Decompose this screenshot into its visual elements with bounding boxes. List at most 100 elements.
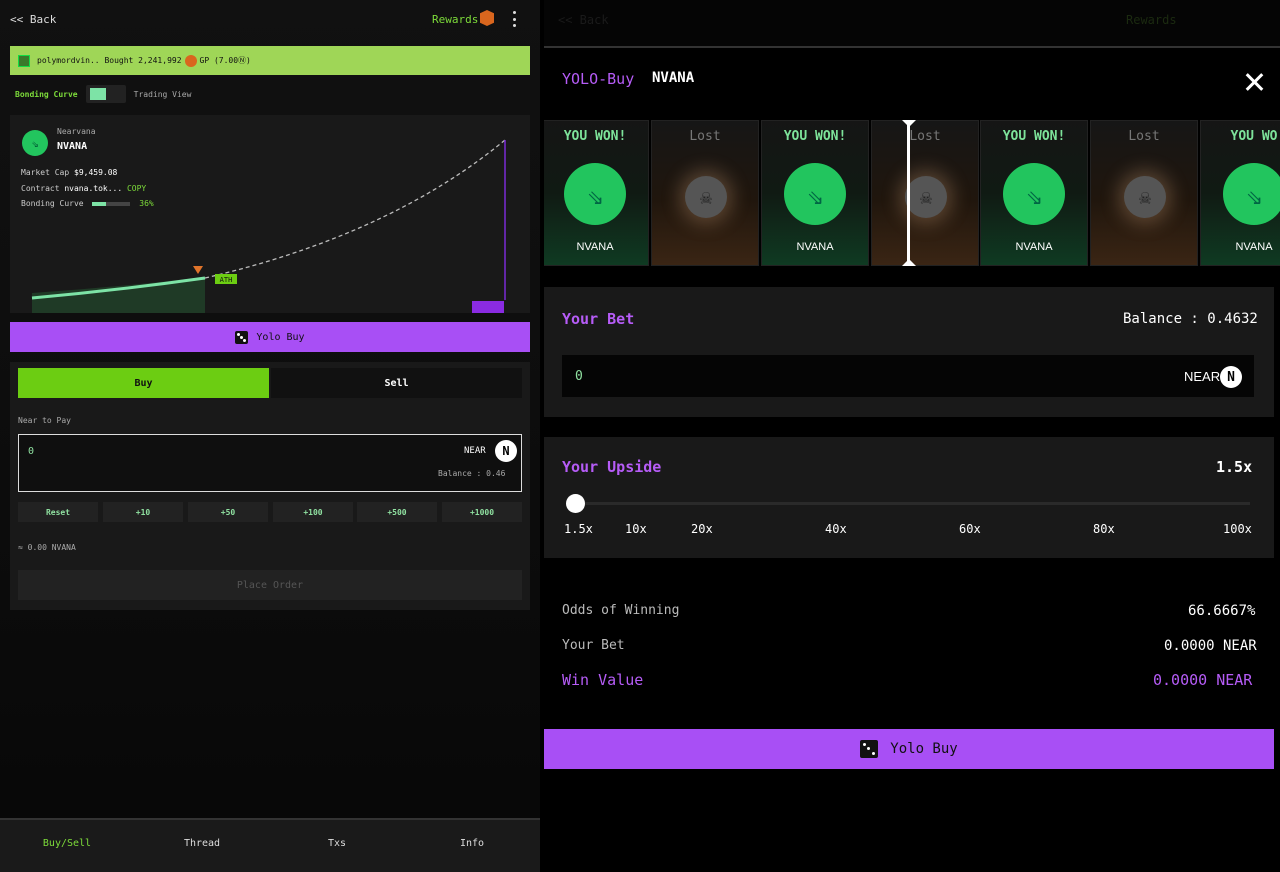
near-to-pay-label: Near to Pay xyxy=(18,416,71,425)
upside-slider-handle[interactable] xyxy=(566,494,585,513)
tick-60x[interactable]: 60x xyxy=(959,522,981,536)
odds-value: 66.6667% xyxy=(1188,603,1256,619)
reset-button[interactable]: Reset xyxy=(18,502,98,522)
back-link[interactable]: << Back xyxy=(10,13,56,26)
reel-result: YOU WON! xyxy=(1002,129,1066,144)
near-amount-value[interactable]: 0 xyxy=(28,446,34,457)
skull-bomb-icon: ☠ xyxy=(905,176,947,218)
dimmed-rewards-link: Rewards xyxy=(1126,13,1177,27)
add-10-button[interactable]: +10 xyxy=(103,502,183,522)
yolo-buy-open-button[interactable]: Yolo Buy xyxy=(10,322,530,352)
bet-currency-label: NEAR xyxy=(1184,369,1221,384)
tick-100x[interactable]: 100x xyxy=(1223,522,1252,536)
place-order-button[interactable]: Place Order xyxy=(18,570,522,600)
reel-label: NVANA xyxy=(796,241,834,253)
balance-text: Balance : 0.46 xyxy=(438,469,506,478)
user-avatar-icon xyxy=(18,54,30,67)
modal-token: NVANA xyxy=(652,70,695,86)
ticker-close: ) xyxy=(246,56,251,65)
your-bet-title: Your Bet xyxy=(562,310,635,328)
tick-40x[interactable]: 40x xyxy=(825,522,847,536)
yolo-buy-submit-label: Yolo Buy xyxy=(890,741,958,757)
add-50-button[interactable]: +50 xyxy=(188,502,268,522)
bonding-curve-label[interactable]: Bonding Curve xyxy=(15,90,78,99)
rewards-link[interactable]: Rewards xyxy=(432,13,478,26)
reel-result: YOU WO xyxy=(1230,129,1278,144)
reel-result: YOU WON! xyxy=(563,129,627,144)
token-coin-icon xyxy=(184,54,197,67)
near-amount-input[interactable] xyxy=(18,434,522,492)
dice-icon xyxy=(860,740,879,758)
curve-projection-line xyxy=(204,139,506,279)
target-marker xyxy=(472,301,504,313)
ticker-user: polymordvin.. xyxy=(37,56,100,65)
upside-slider-track[interactable] xyxy=(566,502,1250,505)
reel-card: YOU WON! ⇘ NVANA xyxy=(761,120,869,266)
current-position-marker xyxy=(193,266,203,274)
upside-value: 1.5x xyxy=(1216,458,1253,476)
near-currency-label: NEAR xyxy=(464,446,486,456)
near-small-icon: Ⓝ xyxy=(238,56,247,65)
reel-card: YOU WON! ⇘ NVANA xyxy=(544,120,649,266)
tick-80x[interactable]: 80x xyxy=(1093,522,1115,536)
yolo-buy-label: Yolo Buy xyxy=(256,331,305,343)
trading-view-label[interactable]: Trading View xyxy=(134,90,192,99)
win-value-label: Win Value xyxy=(562,671,644,689)
dice-icon xyxy=(235,330,249,344)
ath-badge: ATH xyxy=(220,276,233,284)
your-bet-value: 0.0000 NEAR xyxy=(1164,638,1257,654)
reel-pointer-top xyxy=(902,120,916,127)
ticker-unit: GP (7.00 xyxy=(199,56,239,65)
reel-result: Lost xyxy=(689,129,721,144)
reel-card: YOU WON! ⇘ NVANA xyxy=(980,120,1088,266)
add-100-button[interactable]: +100 xyxy=(273,502,353,522)
nav-buy-sell[interactable]: Buy/Sell xyxy=(22,838,112,849)
add-1000-button[interactable]: +1000 xyxy=(442,502,522,522)
skull-bomb-icon: ☠ xyxy=(1124,176,1166,218)
bet-amount-input[interactable] xyxy=(562,355,1254,397)
estimated-tokens: ≈ 0.00 NVANA xyxy=(18,543,76,552)
add-500-button[interactable]: +500 xyxy=(357,502,437,522)
skull-bomb-icon: ☠ xyxy=(685,176,727,218)
reel-card: Lost ☠ xyxy=(1090,120,1198,266)
spin-reel: YOU WON! ⇘ NVANA Lost ☠ YOU WON! ⇘ NVANA… xyxy=(544,120,1280,266)
activity-ticker: polymordvin.. Bought 2,241,992 GP (7.00 … xyxy=(10,46,530,75)
reel-card: Lost ☠ xyxy=(871,120,979,266)
reel-label: NVANA xyxy=(576,241,614,253)
close-icon[interactable] xyxy=(1244,72,1264,92)
win-value: 0.0000 NEAR xyxy=(1153,671,1253,689)
upside-section xyxy=(544,437,1274,558)
reel-result: YOU WON! xyxy=(783,129,847,144)
your-upside-title: Your Upside xyxy=(562,458,662,476)
dimmed-back-link: << Back xyxy=(558,13,609,27)
view-toggle-switch[interactable] xyxy=(85,85,126,103)
reel-label: NVANA xyxy=(1235,241,1273,253)
ticker-action: Bought 2,241,992 xyxy=(104,56,182,65)
chart-view-toggle: Bonding Curve Trading View xyxy=(15,84,191,104)
tab-sell[interactable]: Sell xyxy=(271,368,522,398)
near-logo-icon: N xyxy=(1220,366,1242,388)
nav-thread[interactable]: Thread xyxy=(157,838,247,849)
reel-label: NVANA xyxy=(1015,241,1053,253)
modal-title: YOLO-Buy xyxy=(562,70,635,88)
reel-pointer-bottom xyxy=(902,259,916,266)
reel-pointer xyxy=(907,120,910,266)
bet-section xyxy=(544,287,1274,417)
nav-txs[interactable]: Txs xyxy=(292,838,382,849)
dimmed-header: << Back Rewards xyxy=(544,0,1280,46)
tick-1-5x[interactable]: 1.5x xyxy=(564,522,593,536)
tab-buy[interactable]: Buy xyxy=(18,368,269,398)
reel-card: Lost ☠ xyxy=(651,120,759,266)
nav-info[interactable]: Info xyxy=(427,838,517,849)
bonding-curve-chart: ATH xyxy=(31,139,506,313)
tick-20x[interactable]: 20x xyxy=(691,522,713,536)
yolo-buy-submit-button[interactable]: Yolo Buy xyxy=(544,729,1274,769)
tick-10x[interactable]: 10x xyxy=(625,522,647,536)
more-menu-icon[interactable] xyxy=(513,11,517,27)
nvana-coin-icon: ⇘ xyxy=(564,163,626,225)
near-logo-icon: N xyxy=(495,440,517,462)
nvana-coin-icon: ⇘ xyxy=(1003,163,1065,225)
bet-amount-value[interactable]: 0 xyxy=(575,369,583,384)
your-bet-label: Your Bet xyxy=(562,638,625,653)
rewards-icon[interactable] xyxy=(480,10,494,26)
